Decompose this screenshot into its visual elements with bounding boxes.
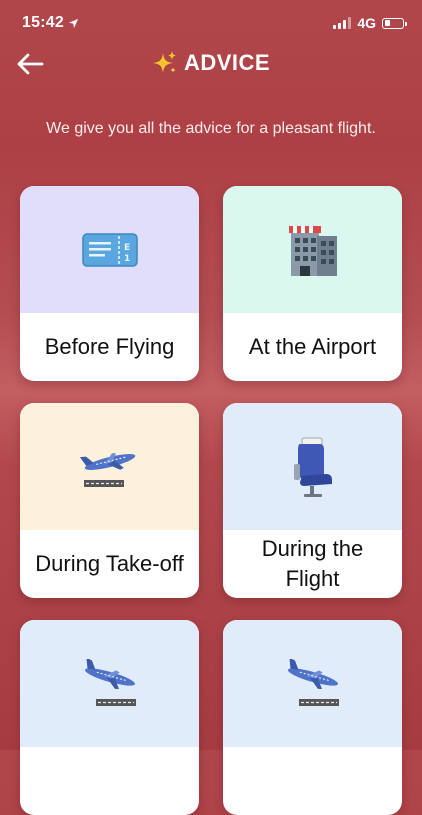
card-icon-area (20, 403, 199, 530)
card-during-take-off[interactable]: During Take-off (20, 403, 199, 598)
card-label: During Take-off (35, 551, 184, 577)
ticket-icon: E 1 (81, 232, 138, 267)
title-group: ADVICE (0, 50, 422, 76)
airplane-arrival-icon (287, 658, 339, 706)
sparkles-icon (152, 51, 176, 73)
status-indicators: 4G (333, 15, 407, 31)
card-label (20, 747, 199, 815)
battery-icon (382, 17, 407, 29)
card-icon-area (223, 186, 402, 313)
intro-text: We give you all the advice for a pleasan… (46, 120, 376, 137)
hotel-building-icon (288, 225, 337, 276)
card-at-the-airport[interactable]: At the Airport (223, 186, 402, 381)
card-label: During the Flight (261, 536, 364, 591)
airplane-seat-icon (293, 437, 332, 497)
card-landing[interactable] (20, 620, 199, 815)
page-title: ADVICE (183, 50, 271, 75)
status-bar: 15:42 4G (0, 0, 422, 44)
card-icon-area (223, 403, 402, 530)
location-arrow-icon (68, 18, 79, 28)
advice-grid: E 1 Before Flying At the Airport During … (20, 186, 402, 815)
card-after-landing[interactable] (223, 620, 402, 815)
card-icon-area: E 1 (20, 186, 199, 313)
signal-icon (333, 17, 352, 29)
airplane-arrival-icon (84, 658, 136, 706)
svg-text:E: E (124, 243, 130, 253)
card-icon-area (223, 620, 402, 747)
airplane-departure-icon (79, 452, 135, 487)
header: ADVICE (0, 44, 422, 84)
card-during-the-flight[interactable]: During the Flight (223, 403, 402, 598)
time-text: 15:42 (22, 14, 64, 31)
card-icon-area (20, 620, 199, 747)
network-type: 4G (357, 15, 376, 31)
card-before-flying[interactable]: E 1 Before Flying (20, 186, 199, 381)
card-label (223, 747, 402, 815)
card-label: At the Airport (248, 334, 377, 360)
status-time: 15:42 (22, 14, 79, 32)
svg-text:1: 1 (124, 254, 130, 264)
card-label: Before Flying (44, 334, 175, 360)
battery-level (384, 20, 390, 26)
